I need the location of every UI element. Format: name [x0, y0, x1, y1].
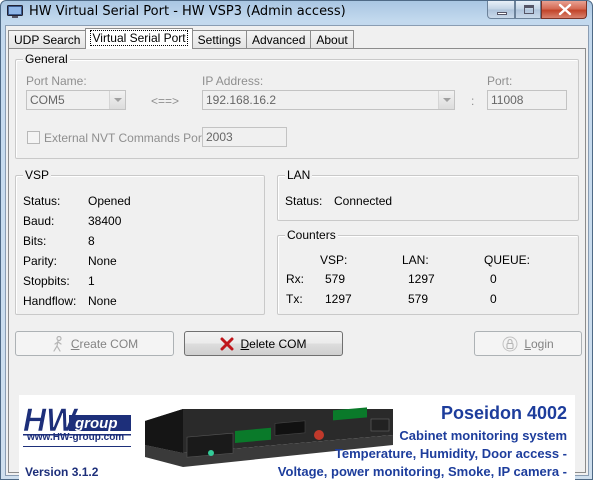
counters-tx-label: Tx: — [286, 292, 303, 306]
delete-x-icon — [220, 337, 234, 350]
lan-status-label: Status: — [285, 194, 323, 208]
port-colon: : — [471, 94, 475, 108]
port-input[interactable]: 11008 — [487, 90, 567, 110]
hwgroup-banner[interactable]: HW group www.HW-group.com Version 3.1.2 — [19, 395, 575, 480]
virtual-serial-port-panel: General Port Name: COM5 <==> IP Address:… — [8, 48, 586, 480]
lan-group-title: LAN — [285, 168, 313, 182]
tab-label: About — [316, 33, 348, 47]
counters-rx-vsp: 579 — [325, 272, 346, 286]
vsp-stopbits-value: 1 — [88, 274, 95, 288]
tab-udp-search[interactable]: UDP Search — [8, 30, 87, 49]
vsp-group-title: VSP — [23, 168, 52, 182]
tab-label: Settings — [197, 33, 241, 47]
vsp-handflow-value: None — [88, 294, 117, 308]
banner-line-2: Temperature, Humidity, Door access - — [334, 446, 567, 461]
lan-group: LAN Status: Connected — [277, 168, 579, 221]
port-label: Port: — [487, 74, 513, 88]
hwgroup-url: www.HW-group.com — [27, 432, 125, 443]
maximize-icon — [524, 5, 534, 14]
minimize-icon — [497, 12, 507, 15]
counters-rx-lan: 1297 — [408, 272, 435, 286]
external-nvt-label: External NVT Commands Port: — [44, 131, 209, 145]
counters-group-title: Counters — [285, 228, 338, 242]
tab-virtual-serial-port[interactable]: Virtual Serial Port — [85, 28, 193, 49]
login-button[interactable]: Login — [474, 331, 582, 356]
counters-tx-vsp: 1297 — [325, 292, 352, 306]
maximize-button[interactable] — [515, 1, 541, 19]
port-name-label: Port Name: — [26, 74, 87, 88]
client-area: UDP Search Virtual Serial Port Settings … — [5, 25, 589, 480]
general-group-title: General — [23, 52, 70, 66]
login-label-rest: ogin — [531, 336, 554, 351]
chevron-down-icon[interactable] — [109, 91, 125, 109]
delete-com-button[interactable]: Delete COM — [184, 331, 343, 356]
nvt-port-input[interactable]: 2003 — [202, 127, 287, 147]
ip-address-combobox[interactable]: 192.168.16.2 — [202, 90, 455, 110]
arrow-label: <==> — [151, 94, 180, 108]
vsp-parity-label: Parity: — [23, 254, 58, 268]
delete-com-label-rest: elete COM — [249, 336, 307, 351]
tab-settings[interactable]: Settings — [191, 30, 247, 49]
create-com-button[interactable]: Create COM — [15, 331, 174, 356]
tab-strip: UDP Search Virtual Serial Port Settings … — [8, 28, 354, 49]
tab-advanced[interactable]: Advanced — [246, 30, 312, 49]
app-window: HW Virtual Serial Port - HW VSP3 (Admin … — [0, 0, 593, 480]
vsp-handflow-label: Handflow: — [23, 294, 77, 308]
counters-group: Counters VSP: LAN: QUEUE: Rx: 579 1297 0… — [277, 228, 579, 315]
vsp-status-label: Status: — [23, 194, 61, 208]
port-name-value: COM5 — [30, 93, 65, 107]
tab-about[interactable]: About — [310, 30, 354, 49]
login-mnemonic: L — [524, 336, 531, 351]
minimize-button[interactable] — [487, 1, 515, 19]
vsp-bits-label: Bits: — [23, 234, 47, 248]
counters-rx-label: Rx: — [286, 272, 304, 286]
lan-status-value: Connected — [334, 194, 393, 208]
banner-line-1: Cabinet monitoring system — [399, 428, 567, 443]
vsp-status-value: Opened — [88, 194, 131, 208]
app-icon — [7, 5, 23, 18]
close-button[interactable] — [541, 1, 587, 19]
counters-tx-queue: 0 — [490, 292, 497, 306]
counters-header-lan: LAN: — [402, 253, 429, 267]
vsp-baud-value: 38400 — [88, 214, 122, 228]
version-label: Version 3.1.2 — [25, 465, 99, 479]
general-group: General Port Name: COM5 <==> IP Address:… — [15, 52, 579, 159]
external-nvt-checkbox[interactable] — [27, 131, 40, 144]
counters-header-vsp: VSP: — [320, 253, 348, 267]
close-icon — [558, 3, 572, 16]
counters-header-queue: QUEUE: — [484, 253, 531, 267]
delete-com-mnemonic: D — [240, 336, 250, 351]
walking-person-icon — [53, 335, 62, 352]
vsp-baud-label: Baud: — [23, 214, 55, 228]
title-bar[interactable]: HW Virtual Serial Port - HW VSP3 (Admin … — [1, 1, 592, 23]
vsp-bits-value: 8 — [88, 234, 95, 248]
login-label: Login — [524, 337, 553, 351]
tab-label: UDP Search — [14, 33, 81, 47]
logo-group-text: group — [74, 415, 118, 432]
create-com-label: Create COM — [71, 337, 138, 351]
counters-tx-lan: 579 — [408, 292, 429, 306]
counters-rx-queue: 0 — [490, 272, 497, 286]
vsp-stopbits-label: Stopbits: — [23, 274, 70, 288]
tab-label: Advanced — [252, 33, 306, 47]
delete-com-label: Delete COM — [240, 337, 306, 351]
banner-product-title: Poseidon 4002 — [440, 403, 567, 423]
port-name-combobox[interactable]: COM5 — [26, 90, 126, 110]
create-com-label-rest: reate COM — [79, 336, 139, 351]
vsp-parity-value: None — [88, 254, 117, 268]
ip-address-label: IP Address: — [202, 74, 264, 88]
tab-label: Virtual Serial Port — [90, 30, 188, 46]
vsp-group: VSP Status: Opened Baud: 38400 Bits: 8 P… — [15, 168, 265, 315]
banner-line-3: Voltage, power monitoring, Smoke, IP cam… — [277, 464, 567, 479]
chevron-down-icon[interactable] — [438, 91, 454, 109]
ip-address-value: 192.168.16.2 — [206, 93, 277, 107]
window-title: HW Virtual Serial Port - HW VSP3 (Admin … — [29, 4, 346, 19]
lock-icon — [502, 336, 518, 351]
